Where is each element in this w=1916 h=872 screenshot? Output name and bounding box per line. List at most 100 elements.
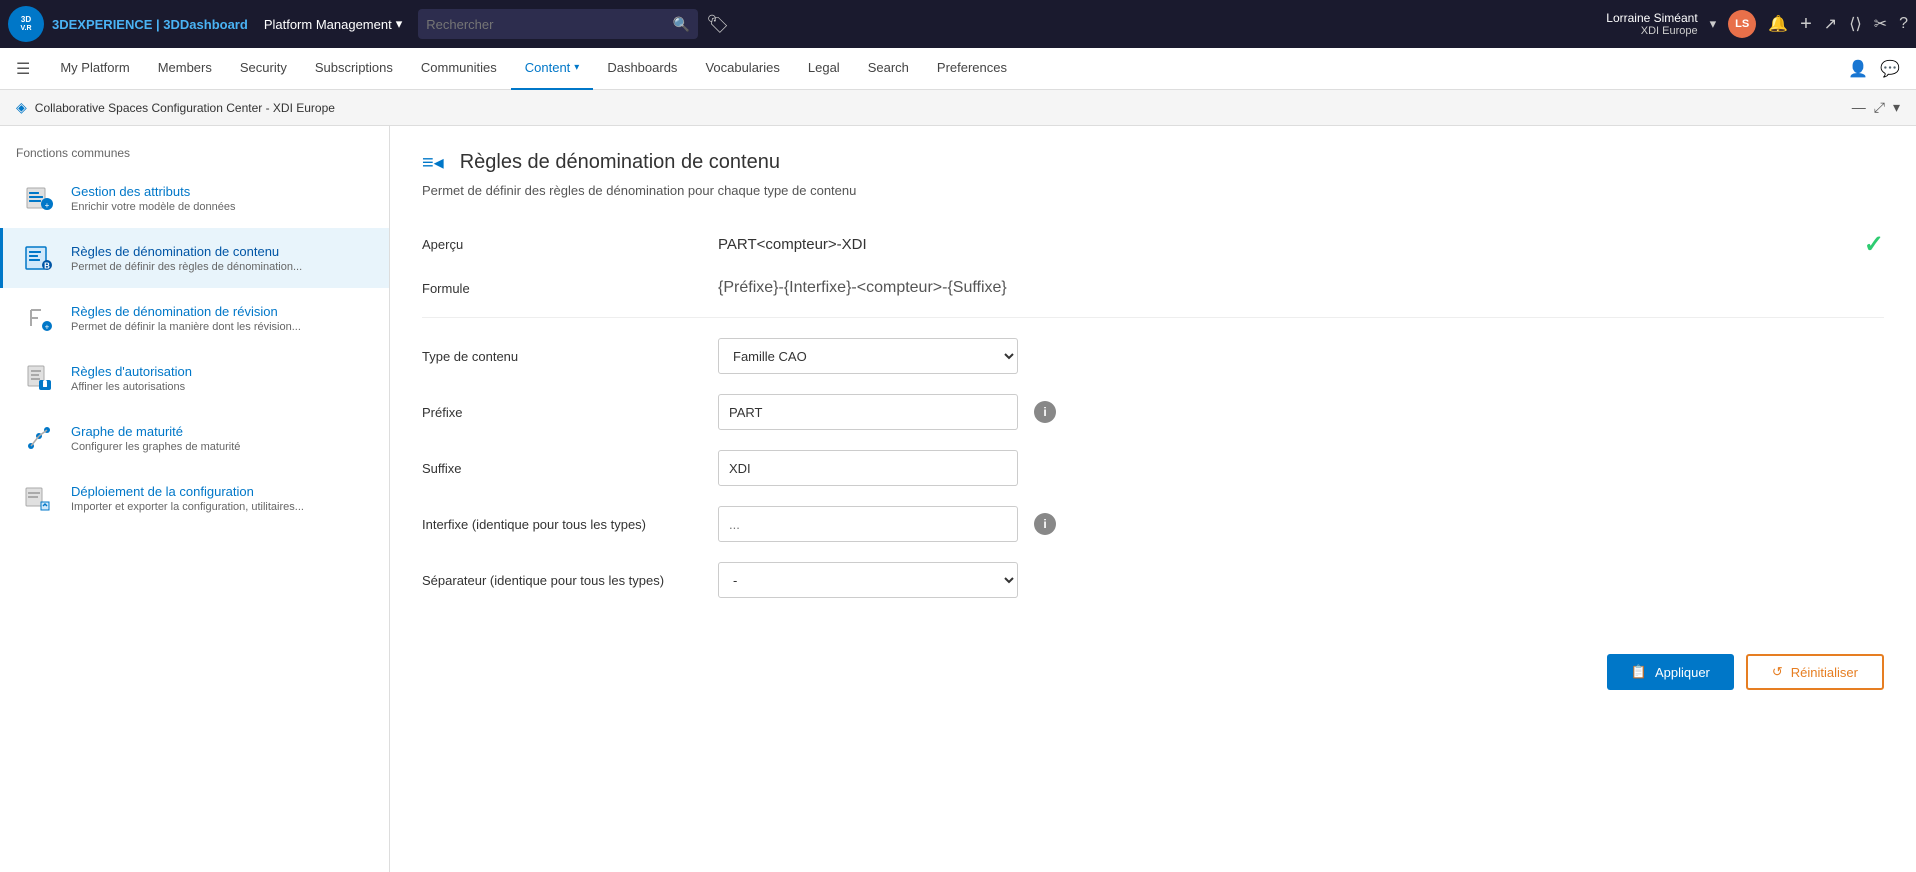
scissors-icon[interactable]: ✂: [1874, 14, 1887, 34]
apply-icon: 📋: [1631, 664, 1647, 680]
sidebar-item-desc: Permet de définir la manière dont les ré…: [71, 321, 373, 333]
apercu-row: Aperçu PART<compteur>-XDI ✓: [422, 230, 1884, 259]
maximize-icon[interactable]: ⤢: [1874, 99, 1885, 116]
separateur-select[interactable]: - _ . /: [718, 562, 1018, 598]
sidebar-section-title: Fonctions communes: [0, 134, 389, 168]
expand-icon[interactable]: ▾: [1893, 99, 1900, 116]
nav-item-security[interactable]: Security: [226, 48, 301, 90]
formule-row: Formule {Préfixe}-{Interfixe}-<compteur>…: [422, 279, 1884, 297]
chevron-down-icon[interactable]: ▾: [1710, 16, 1717, 32]
page-subtitle: Permet de définir des règles de dénomina…: [422, 183, 1884, 198]
deploiement-icon: [19, 478, 59, 518]
nav-item-content[interactable]: Content ▾: [511, 48, 594, 90]
separateur-row: Séparateur (identique pour tous les type…: [422, 562, 1884, 598]
topbar-right: Lorraine Siméant XDI Europe ▾ LS 🔔 + ↗ ⟨…: [1606, 10, 1908, 38]
sidebar-item-title: Règles de dénomination de révision: [71, 304, 373, 319]
apercu-label: Aperçu: [422, 237, 702, 252]
breadcrumb-actions: — ⤢ ▾: [1852, 99, 1900, 116]
platform-selector[interactable]: Platform Management ▾: [256, 12, 410, 36]
logo-circle: 3D V.R: [8, 6, 44, 42]
nav-item-legal[interactable]: Legal: [794, 48, 854, 90]
nav-item-my-platform[interactable]: My Platform: [46, 48, 143, 90]
messages-icon[interactable]: 💬: [1880, 59, 1900, 79]
sidebar-item-title: Déploiement de la configuration: [71, 484, 373, 499]
autorisation-icon: [19, 358, 59, 398]
sidebar-item-desc: Permet de définir des règles de dénomina…: [71, 261, 373, 273]
graphe-maturite-icon: [19, 418, 59, 458]
type-contenu-select[interactable]: Famille CAO Document Dessin: [718, 338, 1018, 374]
gestion-attributs-icon: +: [19, 178, 59, 218]
prefixe-info-icon[interactable]: i: [1034, 401, 1056, 423]
add-icon[interactable]: +: [1800, 13, 1812, 36]
prefixe-row: Préfixe i: [422, 394, 1884, 430]
sidebar-item-title: Gestion des attributs: [71, 184, 373, 199]
interfixe-label: Interfixe (identique pour tous les types…: [422, 517, 702, 532]
nav-item-search[interactable]: Search: [854, 48, 923, 90]
navbar-right: 👤 💬: [1848, 59, 1900, 79]
prefixe-input[interactable]: [718, 394, 1018, 430]
hamburger-menu[interactable]: ☰: [16, 59, 30, 79]
sidebar: Fonctions communes + Gestion des attribu…: [0, 126, 390, 872]
formule-value: {Préfixe}-{Interfixe}-<compteur>-{Suffix…: [718, 279, 1007, 296]
sidebar-item-gestion-attributs[interactable]: + Gestion des attributs Enrichir votre m…: [0, 168, 389, 228]
search-input[interactable]: [426, 17, 673, 32]
nav-item-members[interactable]: Members: [144, 48, 226, 90]
divider: [422, 317, 1884, 318]
apply-button[interactable]: 📋 Appliquer: [1607, 654, 1734, 690]
collaborate-icon[interactable]: ⟨⟩: [1849, 14, 1861, 34]
reset-button[interactable]: ↺ Réinitialiser: [1746, 654, 1884, 690]
page-title: Règles de dénomination de contenu: [460, 151, 780, 174]
sidebar-item-desc: Enrichir votre modèle de données: [71, 201, 373, 213]
suffixe-row: Suffixe: [422, 450, 1884, 486]
content-footer: 📋 Appliquer ↺ Réinitialiser: [422, 638, 1884, 690]
content-header: ≡◂ Règles de dénomination de contenu: [422, 150, 1884, 175]
sidebar-item-regles-denomination-revision[interactable]: + Règles de dénomination de révision Per…: [0, 288, 389, 348]
avatar[interactable]: LS: [1728, 10, 1756, 38]
nav-item-dashboards[interactable]: Dashboards: [593, 48, 691, 90]
tag-icon[interactable]: 🏷: [706, 14, 729, 35]
chevron-down-icon: ▾: [574, 62, 579, 73]
search-icon: 🔍: [673, 16, 690, 33]
breadcrumb: Collaborative Spaces Configuration Cente…: [35, 101, 335, 115]
interfixe-info-icon[interactable]: i: [1034, 513, 1056, 535]
topbar: 3D V.R 3DEXPERIENCE | 3DDashboard Platfo…: [0, 0, 1916, 48]
share-icon[interactable]: ↗: [1824, 14, 1837, 34]
sidebar-item-regles-denomination-contenu[interactable]: B Règles de dénomination de contenu Perm…: [0, 228, 389, 288]
nav-item-subscriptions[interactable]: Subscriptions: [301, 48, 407, 90]
help-icon[interactable]: ?: [1899, 15, 1908, 33]
nav-item-preferences[interactable]: Preferences: [923, 48, 1021, 90]
app-logo: 3D V.R: [8, 6, 44, 42]
svg-text:+: +: [45, 201, 50, 210]
search-box[interactable]: 🔍: [418, 9, 698, 39]
user-search-icon[interactable]: 👤: [1848, 59, 1868, 79]
notification-icon[interactable]: 🔔: [1768, 14, 1788, 34]
user-info: Lorraine Siméant XDI Europe: [1606, 11, 1697, 37]
suffixe-input[interactable]: [718, 450, 1018, 486]
main-layout: Fonctions communes + Gestion des attribu…: [0, 126, 1916, 872]
check-icon: ✓: [1864, 230, 1884, 259]
prefixe-label: Préfixe: [422, 405, 702, 420]
sidebar-item-regles-autorisation[interactable]: Règles d'autorisation Affiner les autori…: [0, 348, 389, 408]
sidebar-item-title: Règles de dénomination de contenu: [71, 244, 373, 259]
nav-item-communities[interactable]: Communities: [407, 48, 511, 90]
formule-label: Formule: [422, 281, 702, 296]
type-contenu-row: Type de contenu Famille CAO Document Des…: [422, 338, 1884, 374]
sidebar-item-title: Règles d'autorisation: [71, 364, 373, 379]
interfixe-input[interactable]: [718, 506, 1018, 542]
sidebar-item-deploiement-configuration[interactable]: Déploiement de la configuration Importer…: [0, 468, 389, 528]
sidebar-item-desc: Importer et exporter la configuration, u…: [71, 501, 373, 513]
breadcrumb-bar: ◈ Collaborative Spaces Configuration Cen…: [0, 90, 1916, 126]
denomination-contenu-icon: B: [19, 238, 59, 278]
denomination-revision-icon: +: [19, 298, 59, 338]
separateur-label: Séparateur (identique pour tous les type…: [422, 573, 702, 588]
nav-item-vocabularies[interactable]: Vocabularies: [691, 48, 793, 90]
suffixe-label: Suffixe: [422, 461, 702, 476]
navbar: ☰ My Platform Members Security Subscript…: [0, 48, 1916, 90]
minimize-icon[interactable]: —: [1852, 99, 1866, 116]
breadcrumb-icon: ◈: [16, 99, 27, 116]
back-button[interactable]: ≡◂: [422, 150, 444, 175]
chevron-down-icon: ▾: [396, 16, 403, 32]
type-contenu-label: Type de contenu: [422, 349, 702, 364]
sidebar-item-desc: Affiner les autorisations: [71, 381, 373, 393]
sidebar-item-graphe-maturite[interactable]: Graphe de maturité Configurer les graphe…: [0, 408, 389, 468]
